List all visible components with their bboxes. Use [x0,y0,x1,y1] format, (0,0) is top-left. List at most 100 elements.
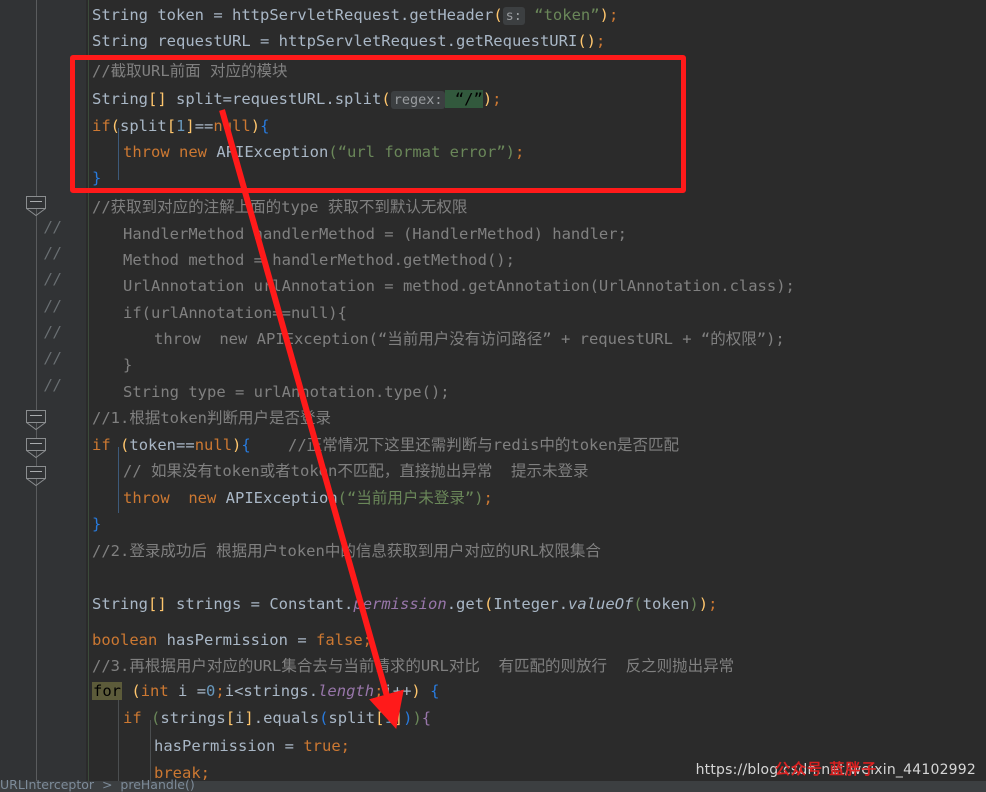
indent-guide-for-block [118,692,119,781]
code-token: ] [185,117,195,135]
code-token: } [92,515,102,533]
fold-tip-icon [26,422,46,430]
code-token: . [325,90,335,108]
code-token: ) [411,682,421,700]
code-token: false [316,631,363,649]
code-token: Constant [260,595,345,613]
code-token: Method method = handlerMethod.getMethod(… [123,251,515,269]
ide-editor-window: // // // // // // // String token = httpServle… [0,0,986,792]
code-line[interactable]: if(urlAnnotation==null){ [123,300,347,326]
editor-gutter[interactable]: // // // // // // // [0,0,86,781]
code-token: httpServletRequest [222,6,400,24]
code-line[interactable]: String type = urlAnnotation.type(); [123,379,450,405]
code-token: = [259,32,270,50]
code-token: int [140,682,169,700]
code-token: // 如果没有token或者token不匹配，直接抛出异常 提示未登录 [123,462,589,480]
code-token: == [194,117,214,135]
code-token: ( [633,595,643,613]
code-token: //截取URL前面 对应的模块 [92,62,288,80]
fold-tip-icon [26,450,46,458]
code-line[interactable]: //2.登录成功后 根据用户token中的信息获取到用户对应的URL权限集合 [92,538,601,564]
code-line[interactable]: for (int i =0;i<strings.length;i++) { [92,678,439,704]
code-line[interactable]: Method method = handlerMethod.getMethod(… [123,247,515,273]
code-token: ; [362,631,373,649]
code-token: ] [393,709,404,727]
fold-toggle-icon[interactable] [26,196,48,216]
code-token: httpServletRequest [269,32,447,50]
code-line[interactable]: if(split[1]==null){ [92,113,269,139]
code-token: ) [474,489,484,507]
code-token: //正常情况下这里还需判断与redis中的token是否匹配 [250,436,680,454]
code-token: ; [515,143,525,161]
code-token: [] [148,595,167,613]
code-token: . [558,595,569,613]
code-line[interactable]: //1.根据token判断用户是否登录 [92,405,331,431]
code-token: throw new APIException(“当前用户没有访问路径” + re… [154,330,785,348]
code-token: ; [215,682,225,700]
code-line[interactable]: if (token==null){ //正常情况下这里还需判断与redis中的t… [92,432,679,458]
code-token: “token” [524,6,600,24]
code-token: String type = urlAnnotation.type(); [123,383,450,401]
code-token: [ [225,709,236,727]
code-token: split [334,90,382,108]
gutter-comment-mark: // [44,270,63,288]
code-token: ) [599,6,609,24]
code-token: valueOf [568,595,634,613]
fold-tip-icon [26,208,46,216]
code-token: String [92,90,148,108]
code-token: ) [412,709,422,727]
code-token: ( [131,682,141,700]
code-token: { [241,436,251,454]
code-token: ( [328,143,338,161]
code-token: equals [263,709,320,727]
fold-toggle-icon[interactable] [26,438,48,458]
code-line[interactable]: //获取到对应的注解上面的type 获取不到默认无权限 [92,194,467,220]
code-token: getHeader [409,6,494,24]
code-token: ( [493,6,503,24]
code-token: == [176,436,195,454]
code-line[interactable]: String[] split=requestURL.split(regex: “… [92,86,502,112]
code-line[interactable]: String[] strings = Constant.permission.g… [92,591,717,617]
code-token: hasPermission [154,737,285,755]
code-token: token [129,436,177,454]
code-token: boolean [92,631,158,649]
code-line[interactable]: throw new APIException(“当前用户未登录”); [123,485,493,511]
code-token: HandlerMethod handlerMethod = (HandlerMe… [123,225,627,243]
code-token: //1.根据token判断用户是否登录 [92,409,331,427]
code-line[interactable]: String token = httpServletRequest.getHea… [92,2,618,28]
code-line[interactable]: throw new APIException(“url format error… [123,139,524,165]
code-token: String [92,6,148,24]
code-line[interactable]: } [123,352,132,378]
code-token: < [234,682,244,700]
code-line[interactable]: if (strings[i].equals(split[1])){ [123,705,431,731]
gutter-comment-mark: // [44,218,63,236]
code-line[interactable]: boolean hasPermission = false; [92,627,372,653]
code-line[interactable]: String requestURL = httpServletRequest.g… [92,28,605,54]
code-line[interactable]: hasPermission = true; [154,733,350,759]
code-line[interactable]: throw new APIException(“当前用户没有访问路径” + re… [154,326,785,352]
breadcrumb[interactable]: URLInterceptor > preHandle() [0,778,986,792]
code-token: 1 [176,117,186,135]
code-line[interactable]: //3.再根据用户对应的URL集合去与当前请求的URL对比 有匹配的则放行 反之… [92,653,734,679]
fold-tip-icon [26,478,46,486]
code-token: . [446,32,456,50]
code-token: = [196,682,207,700]
fold-toggle-icon[interactable] [26,466,48,486]
code-line[interactable]: } [92,511,101,537]
code-line[interactable]: HandlerMethod handlerMethod = (HandlerMe… [123,221,627,247]
code-line[interactable]: // 如果没有token或者token不匹配，直接抛出异常 提示未登录 [123,458,588,484]
code-line[interactable]: } [92,165,101,191]
code-token: token [642,595,690,613]
code-token: strings [160,709,226,727]
code-token: strings [243,682,309,700]
code-token: i [168,682,197,700]
code-line[interactable]: UrlAnnotation urlAnnotation = method.get… [123,273,795,299]
fold-toggle-icon[interactable] [26,410,48,430]
code-line[interactable]: //截取URL前面 对应的模块 [92,58,288,84]
code-token: = [222,90,233,108]
